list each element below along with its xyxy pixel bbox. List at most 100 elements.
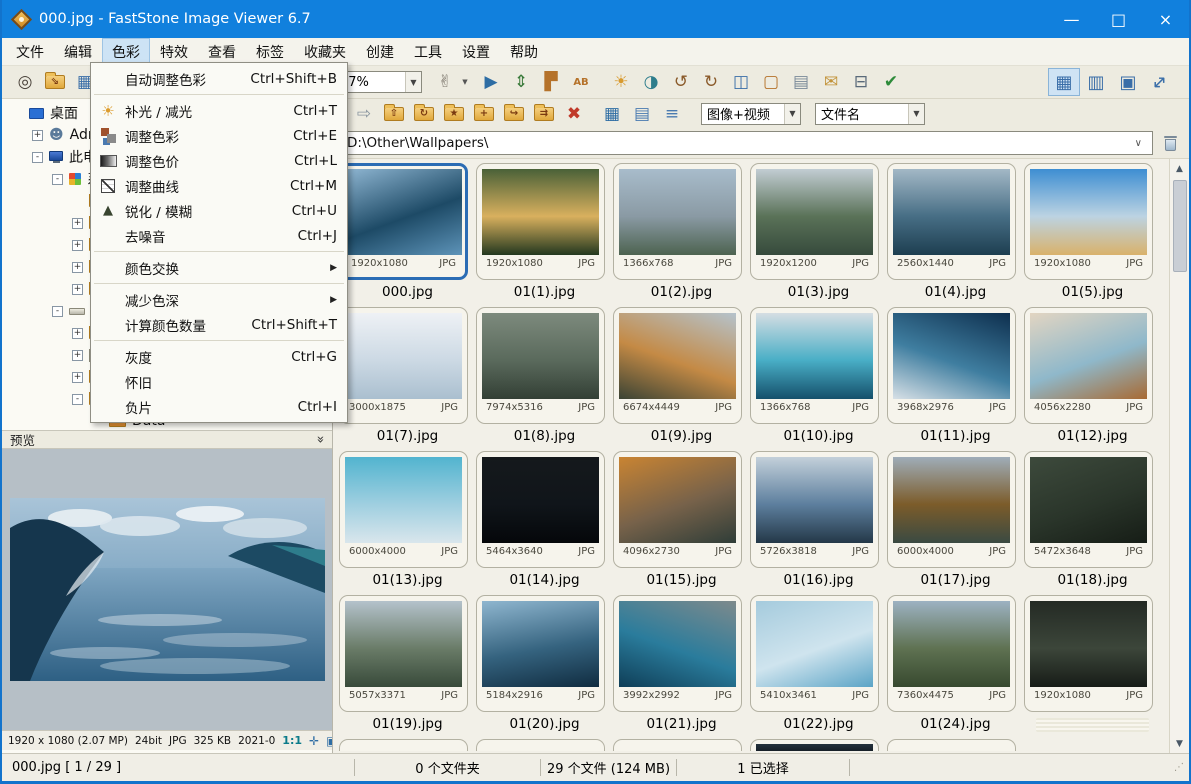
thumbnail-filename[interactable]: 01(11).jpg: [887, 428, 1024, 446]
view-windows-icon[interactable]: ▦: [1048, 68, 1080, 96]
thumbnail-01(18).jpg[interactable]: 5472x3648 JPG: [1024, 451, 1153, 568]
maximize-button[interactable]: □: [1095, 0, 1142, 38]
menu-item-2[interactable]: 编辑: [55, 39, 101, 65]
forward-icon[interactable]: ⇨: [352, 102, 376, 126]
resize-grip[interactable]: ⋰: [1174, 762, 1185, 773]
scroll-down-icon[interactable]: ▼: [1170, 734, 1190, 753]
color-menu-item[interactable]: 颜色交换 ▶: [91, 255, 347, 280]
thumbnail-01(22).jpg[interactable]: 5410x3461 JPG: [750, 595, 879, 712]
close-button[interactable]: ×: [1142, 0, 1189, 38]
view-details-icon[interactable]: ▤: [630, 102, 654, 126]
compare-ab-icon[interactable]: AB: [569, 70, 593, 94]
thumbnail-filename[interactable]: 01(9).jpg: [613, 428, 750, 446]
thumbnail-filename[interactable]: 01(8).jpg: [476, 428, 613, 446]
thumbnail-01(13).jpg[interactable]: 6000x4000 JPG: [339, 451, 468, 568]
collapse-icon[interactable]: -: [32, 151, 43, 163]
compare-images-icon[interactable]: ◫: [729, 70, 753, 94]
scan-icon[interactable]: ▤: [789, 70, 813, 94]
thumbnail-filename[interactable]: 01(3).jpg: [750, 284, 887, 302]
thumbnail-filename[interactable]: 01(20).jpg: [476, 716, 613, 734]
thumbnail-01(19).jpg[interactable]: 5057x3371 JPG: [339, 595, 468, 712]
menu-item-6[interactable]: 标签: [247, 39, 293, 65]
folder-up-icon[interactable]: ⇧: [384, 103, 404, 121]
thumbnail-01(12).jpg[interactable]: 4056x2280 JPG: [1024, 307, 1153, 424]
thumbnail-filename[interactable]: 01(15).jpg: [613, 572, 750, 590]
collapse-icon[interactable]: -: [52, 305, 63, 317]
partial-thumbnail-cell[interactable]: [750, 739, 879, 751]
wallpaper-icon[interactable]: ▢: [759, 70, 783, 94]
expand-icon[interactable]: +: [72, 217, 83, 229]
path-dropdown-icon[interactable]: ∨: [1132, 138, 1145, 149]
sort-combobox[interactable]: 文件名 ▼: [815, 102, 925, 125]
expand-icon[interactable]: +: [72, 261, 83, 273]
zoom-ratio[interactable]: 1:1: [282, 734, 302, 747]
combo-dropdown-icon[interactable]: ▼: [784, 103, 800, 124]
recycle-bin-icon[interactable]: [1164, 135, 1177, 151]
vertical-scrollbar[interactable]: ▲ ▼: [1169, 159, 1189, 753]
menu-item-9[interactable]: 工具: [405, 39, 451, 65]
fit-window-icon[interactable]: ✛: [309, 734, 319, 748]
thumbnail-filename[interactable]: 01(17).jpg: [887, 572, 1024, 590]
menu-item-5[interactable]: 查看: [199, 39, 245, 65]
thumbnail-filename[interactable]: 01(1).jpg: [476, 284, 613, 302]
thumbnail-filename[interactable]: 01(19).jpg: [339, 716, 476, 734]
thumbnail-filename[interactable]: 01(24).jpg: [887, 716, 1024, 734]
thumbnail-filename[interactable]: 01(2).jpg: [613, 284, 750, 302]
scroll-up-icon[interactable]: ▲: [1170, 159, 1190, 178]
thumbnail-filename[interactable]: 01(5).jpg: [1024, 284, 1161, 302]
thumbnail-filename[interactable]: 01(22).jpg: [750, 716, 887, 734]
color-menu-item[interactable]: 灰度 Ctrl+G: [91, 344, 347, 369]
thumbnail-filename[interactable]: 000.jpg: [339, 284, 476, 302]
thumbnail-filename[interactable]: 01(16).jpg: [750, 572, 887, 590]
collapse-icon[interactable]: -: [72, 393, 83, 405]
path-input[interactable]: D:\Other\Wallpapers\ ∨: [339, 131, 1153, 155]
thumbnail-01(1).jpg[interactable]: 1920x1080 JPG: [476, 163, 605, 280]
acquire-camera-icon[interactable]: ◎: [13, 70, 37, 94]
colors-icon[interactable]: ◑: [639, 70, 663, 94]
email-icon[interactable]: ✉: [819, 70, 843, 94]
folder-refresh-icon[interactable]: ↻: [414, 103, 434, 121]
thumbnail-filename[interactable]: 01(4).jpg: [887, 284, 1024, 302]
thumbnail-01(20).jpg[interactable]: 5184x2916 JPG: [476, 595, 605, 712]
folder-new-icon[interactable]: +: [474, 103, 494, 121]
menu-item-11[interactable]: 帮助: [501, 39, 547, 65]
menu-item-1[interactable]: 文件: [7, 39, 53, 65]
delete-icon[interactable]: ✖: [562, 102, 586, 126]
combo-dropdown-icon[interactable]: ▼: [908, 103, 924, 124]
thumbnail-loading[interactable]: 1920x1080 JPG: [1024, 595, 1153, 712]
thumbnail-01(11).jpg[interactable]: 3968x2976 JPG: [887, 307, 1016, 424]
thumbnail-filename[interactable]: 01(10).jpg: [750, 428, 887, 446]
expand-icon[interactable]: +: [72, 349, 83, 361]
color-menu-item[interactable]: 去噪音 Ctrl+J: [91, 223, 347, 248]
copy-to-folder-icon[interactable]: ⇉: [534, 103, 554, 121]
partial-thumbnail-cell[interactable]: [887, 739, 1016, 751]
thumbnail-01(24).jpg[interactable]: 7360x4475 JPG: [887, 595, 1016, 712]
thumbnail-filename[interactable]: 01(12).jpg: [1024, 428, 1161, 446]
frame-icon[interactable]: ▣: [326, 734, 332, 748]
thumbnail-01(9).jpg[interactable]: 6674x4449 JPG: [613, 307, 742, 424]
thumbnail-01(17).jpg[interactable]: 6000x4000 JPG: [887, 451, 1016, 568]
print-icon[interactable]: ⊟: [849, 70, 873, 94]
view-fullscreen-icon[interactable]: ↔: [1145, 69, 1175, 95]
color-menu-item[interactable]: 自动调整色彩 Ctrl+Shift+B: [91, 66, 347, 91]
slideshow-icon[interactable]: ▶: [479, 70, 503, 94]
thumbnail-filename[interactable]: 01(18).jpg: [1024, 572, 1161, 590]
combo-dropdown-icon[interactable]: ▼: [405, 72, 421, 92]
collapse-preview-icon[interactable]: »: [313, 436, 328, 444]
menu-item-3[interactable]: 色彩: [102, 37, 150, 66]
color-menu-item[interactable]: ☀ 补光 / 减光 Ctrl+T: [91, 98, 347, 123]
thumbnail-01(14).jpg[interactable]: 5464x3640 JPG: [476, 451, 605, 568]
minimize-button[interactable]: —: [1048, 0, 1095, 38]
view-list-icon[interactable]: ≡: [660, 102, 684, 126]
view-viewer-icon[interactable]: ▣: [1113, 69, 1143, 95]
thumbnail-01(16).jpg[interactable]: 5726x3818 JPG: [750, 451, 879, 568]
color-menu-item[interactable]: 减少色深 ▶: [91, 287, 347, 312]
thumbnail-01(3).jpg[interactable]: 1920x1200 JPG: [750, 163, 879, 280]
import-files-icon[interactable]: ⇘: [45, 72, 65, 89]
thumbnail-filename[interactable]: [1036, 718, 1149, 732]
thumbnail-01(2).jpg[interactable]: 1366x768 JPG: [613, 163, 742, 280]
menu-item-4[interactable]: 特效: [151, 39, 197, 65]
hand-tool-dropdown[interactable]: ▼: [460, 70, 470, 94]
scrollbar-thumb[interactable]: [1172, 180, 1187, 272]
settings-check-icon[interactable]: ✔: [879, 70, 903, 94]
